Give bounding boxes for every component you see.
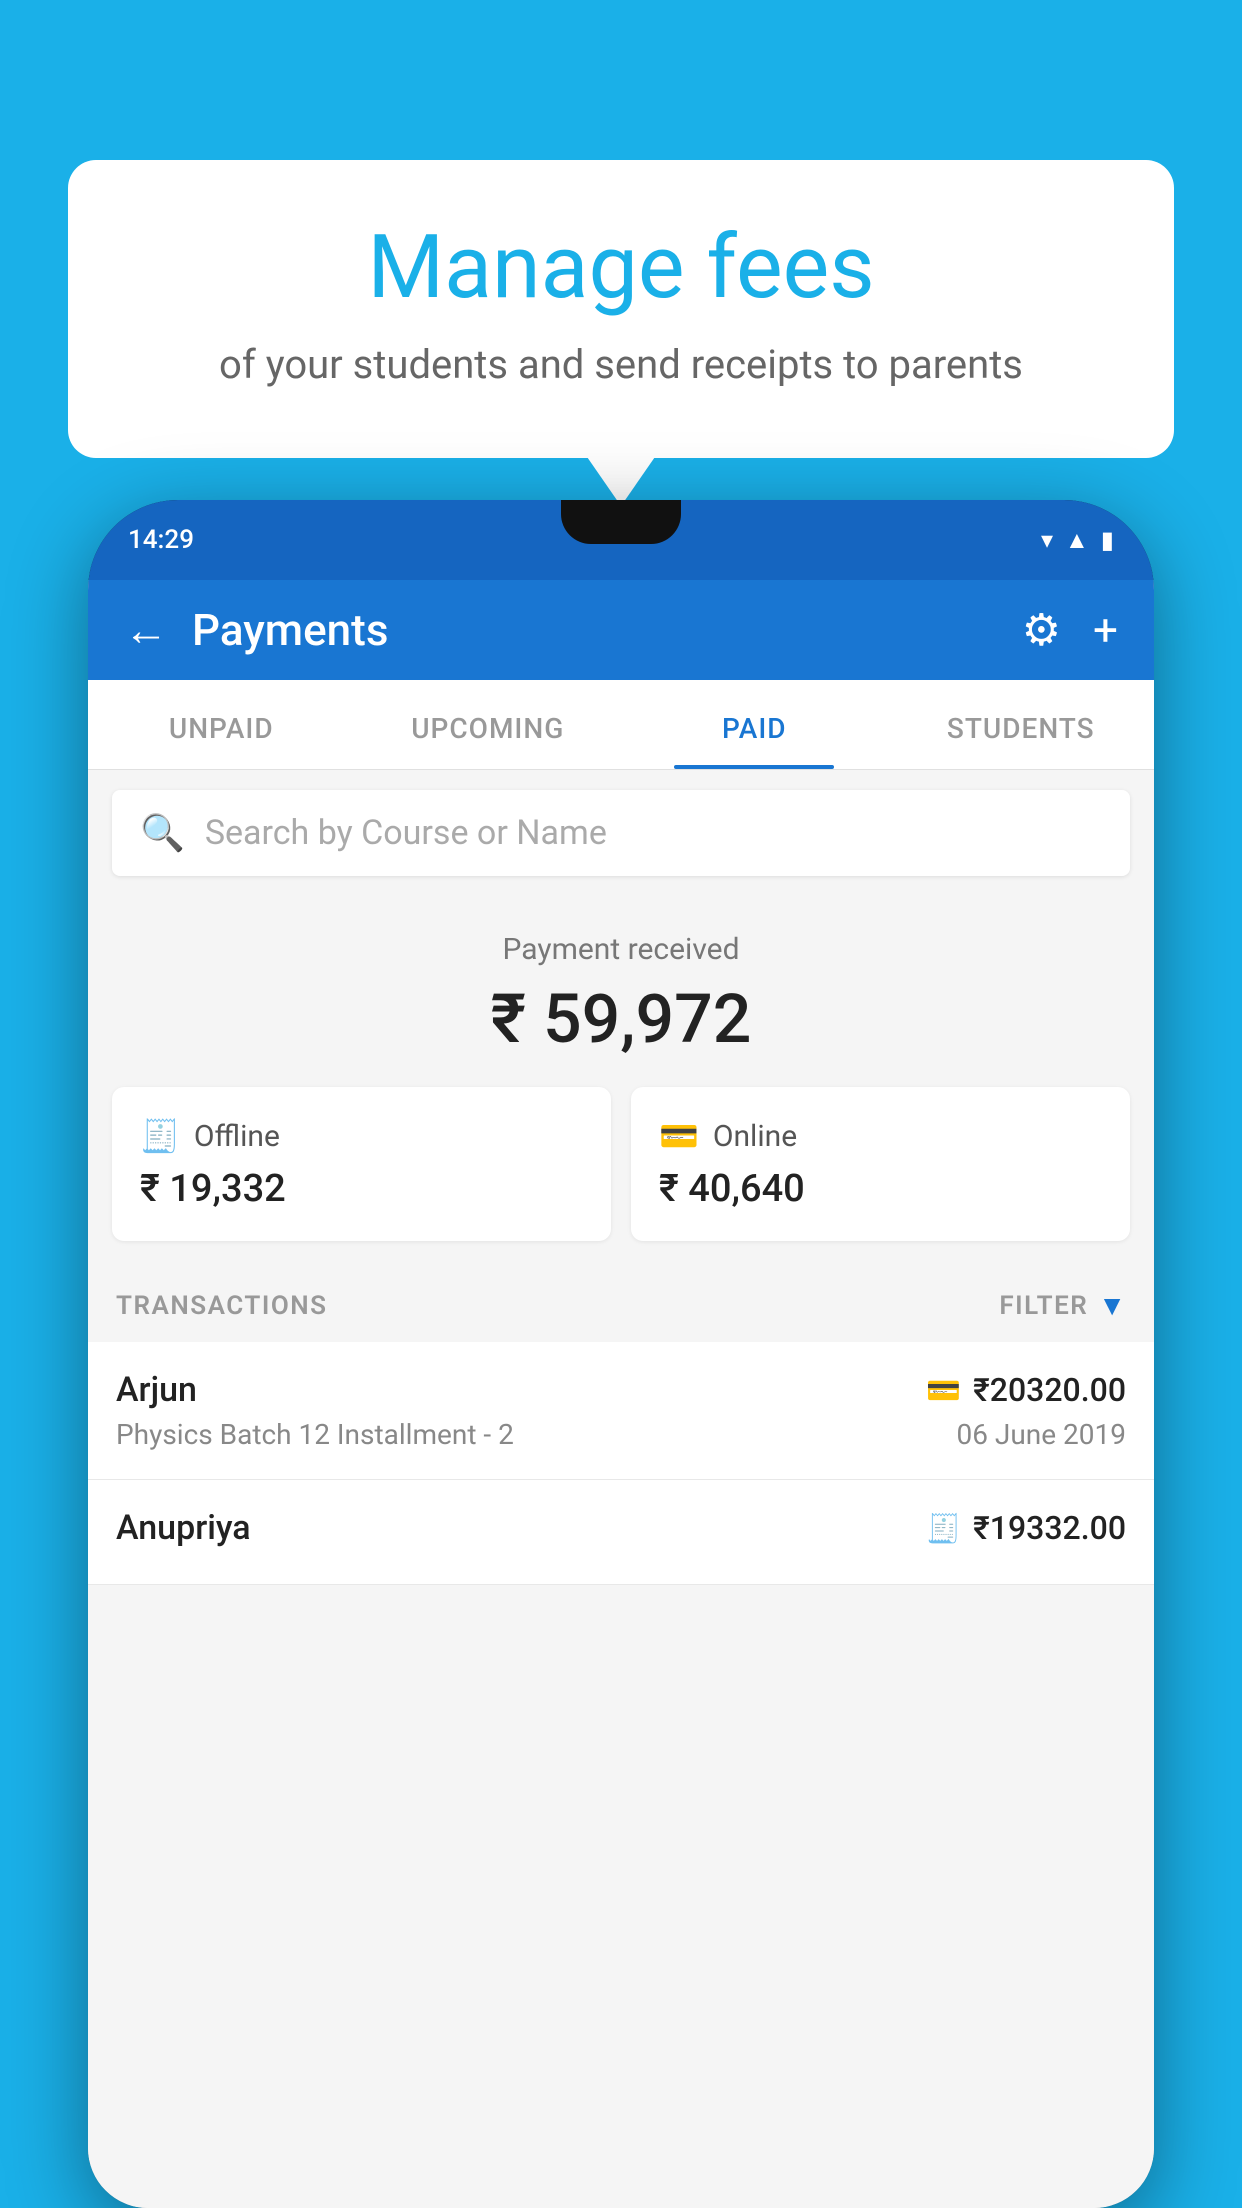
transaction-name: Arjun <box>116 1370 197 1410</box>
tab-upcoming[interactable]: UPCOMING <box>355 680 622 769</box>
offline-payment-icon: 🧾 <box>926 1512 961 1545</box>
transactions-label: TRANSACTIONS <box>116 1291 328 1321</box>
transaction-row-top: Arjun 💳 ₹20320.00 <box>116 1370 1126 1410</box>
offline-amount: ₹ 19,332 <box>140 1167 583 1211</box>
phone-content: 🔍 Search by Course or Name Payment recei… <box>88 770 1154 2208</box>
header-icons: ⚙ + <box>1022 604 1118 656</box>
online-icon: 💳 <box>659 1117 699 1155</box>
speech-bubble: Manage fees of your students and send re… <box>68 160 1174 458</box>
payment-received-section: Payment received ₹ 59,972 <box>88 896 1154 1087</box>
page-title: Payments <box>192 604 998 656</box>
offline-card: 🧾 Offline ₹ 19,332 <box>112 1087 611 1241</box>
phone-screen: ← Payments ⚙ + UNPAID UPCOMING PAID STUD… <box>88 580 1154 2208</box>
card-payment-icon: 💳 <box>926 1374 961 1407</box>
signal-icon: ▲ <box>1065 526 1089 555</box>
transaction-row-bottom: Physics Batch 12 Installment - 2 06 June… <box>116 1418 1126 1451</box>
payment-received-label: Payment received <box>112 932 1130 967</box>
tab-unpaid[interactable]: UNPAID <box>88 680 355 769</box>
speech-bubble-container: Manage fees of your students and send re… <box>68 160 1174 458</box>
filter-icon: ▼ <box>1098 1289 1126 1322</box>
app-header: ← Payments ⚙ + <box>88 580 1154 680</box>
payment-received-amount: ₹ 59,972 <box>112 979 1130 1059</box>
filter-label: FILTER <box>999 1291 1088 1321</box>
transaction-item[interactable]: Anupriya 🧾 ₹19332.00 <box>88 1480 1154 1585</box>
online-card-header: 💳 Online <box>659 1117 1102 1155</box>
offline-label: Offline <box>194 1119 280 1154</box>
status-time: 14:29 <box>128 525 194 555</box>
transaction-amount-2: ₹19332.00 <box>973 1509 1126 1547</box>
tab-paid[interactable]: PAID <box>621 680 888 769</box>
transactions-header: TRANSACTIONS FILTER ▼ <box>88 1269 1154 1342</box>
payment-cards: 🧾 Offline ₹ 19,332 💳 Online ₹ 40,640 <box>88 1087 1154 1269</box>
back-button[interactable]: ← <box>124 604 168 656</box>
online-amount: ₹ 40,640 <box>659 1167 1102 1211</box>
offline-icon: 🧾 <box>140 1117 180 1155</box>
status-bar: 14:29 ▾ ▲ ▮ <box>88 500 1154 580</box>
online-label: Online <box>713 1119 797 1154</box>
tab-students[interactable]: STUDENTS <box>888 680 1155 769</box>
transaction-row-top-2: Anupriya 🧾 ₹19332.00 <box>116 1508 1126 1548</box>
wifi-icon: ▾ <box>1041 526 1053 554</box>
transaction-item[interactable]: Arjun 💳 ₹20320.00 Physics Batch 12 Insta… <box>88 1342 1154 1480</box>
battery-icon: ▮ <box>1101 526 1114 554</box>
settings-icon[interactable]: ⚙ <box>1022 604 1061 656</box>
bubble-subtitle: of your students and send receipts to pa… <box>148 341 1094 388</box>
filter-section[interactable]: FILTER ▼ <box>999 1289 1126 1322</box>
add-icon[interactable]: + <box>1093 604 1118 656</box>
back-icon: ← <box>124 604 168 656</box>
phone-frame: 14:29 ▾ ▲ ▮ ← Payments ⚙ + UNPAID UPCOMI… <box>88 500 1154 2208</box>
search-icon: 🔍 <box>140 812 185 854</box>
online-card: 💳 Online ₹ 40,640 <box>631 1087 1130 1241</box>
transaction-amount-row-2: 🧾 ₹19332.00 <box>926 1509 1126 1547</box>
transaction-course: Physics Batch 12 Installment - 2 <box>116 1418 514 1451</box>
status-icons: ▾ ▲ ▮ <box>1041 526 1114 555</box>
tabs-container: UNPAID UPCOMING PAID STUDENTS <box>88 680 1154 770</box>
search-bar[interactable]: 🔍 Search by Course or Name <box>112 790 1130 876</box>
transaction-amount-row: 💳 ₹20320.00 <box>926 1371 1126 1409</box>
search-placeholder: Search by Course or Name <box>205 813 607 853</box>
transaction-name-2: Anupriya <box>116 1508 251 1548</box>
bubble-title: Manage fees <box>148 220 1094 317</box>
offline-card-header: 🧾 Offline <box>140 1117 583 1155</box>
transaction-amount: ₹20320.00 <box>973 1371 1126 1409</box>
transaction-date: 06 June 2019 <box>956 1418 1126 1451</box>
